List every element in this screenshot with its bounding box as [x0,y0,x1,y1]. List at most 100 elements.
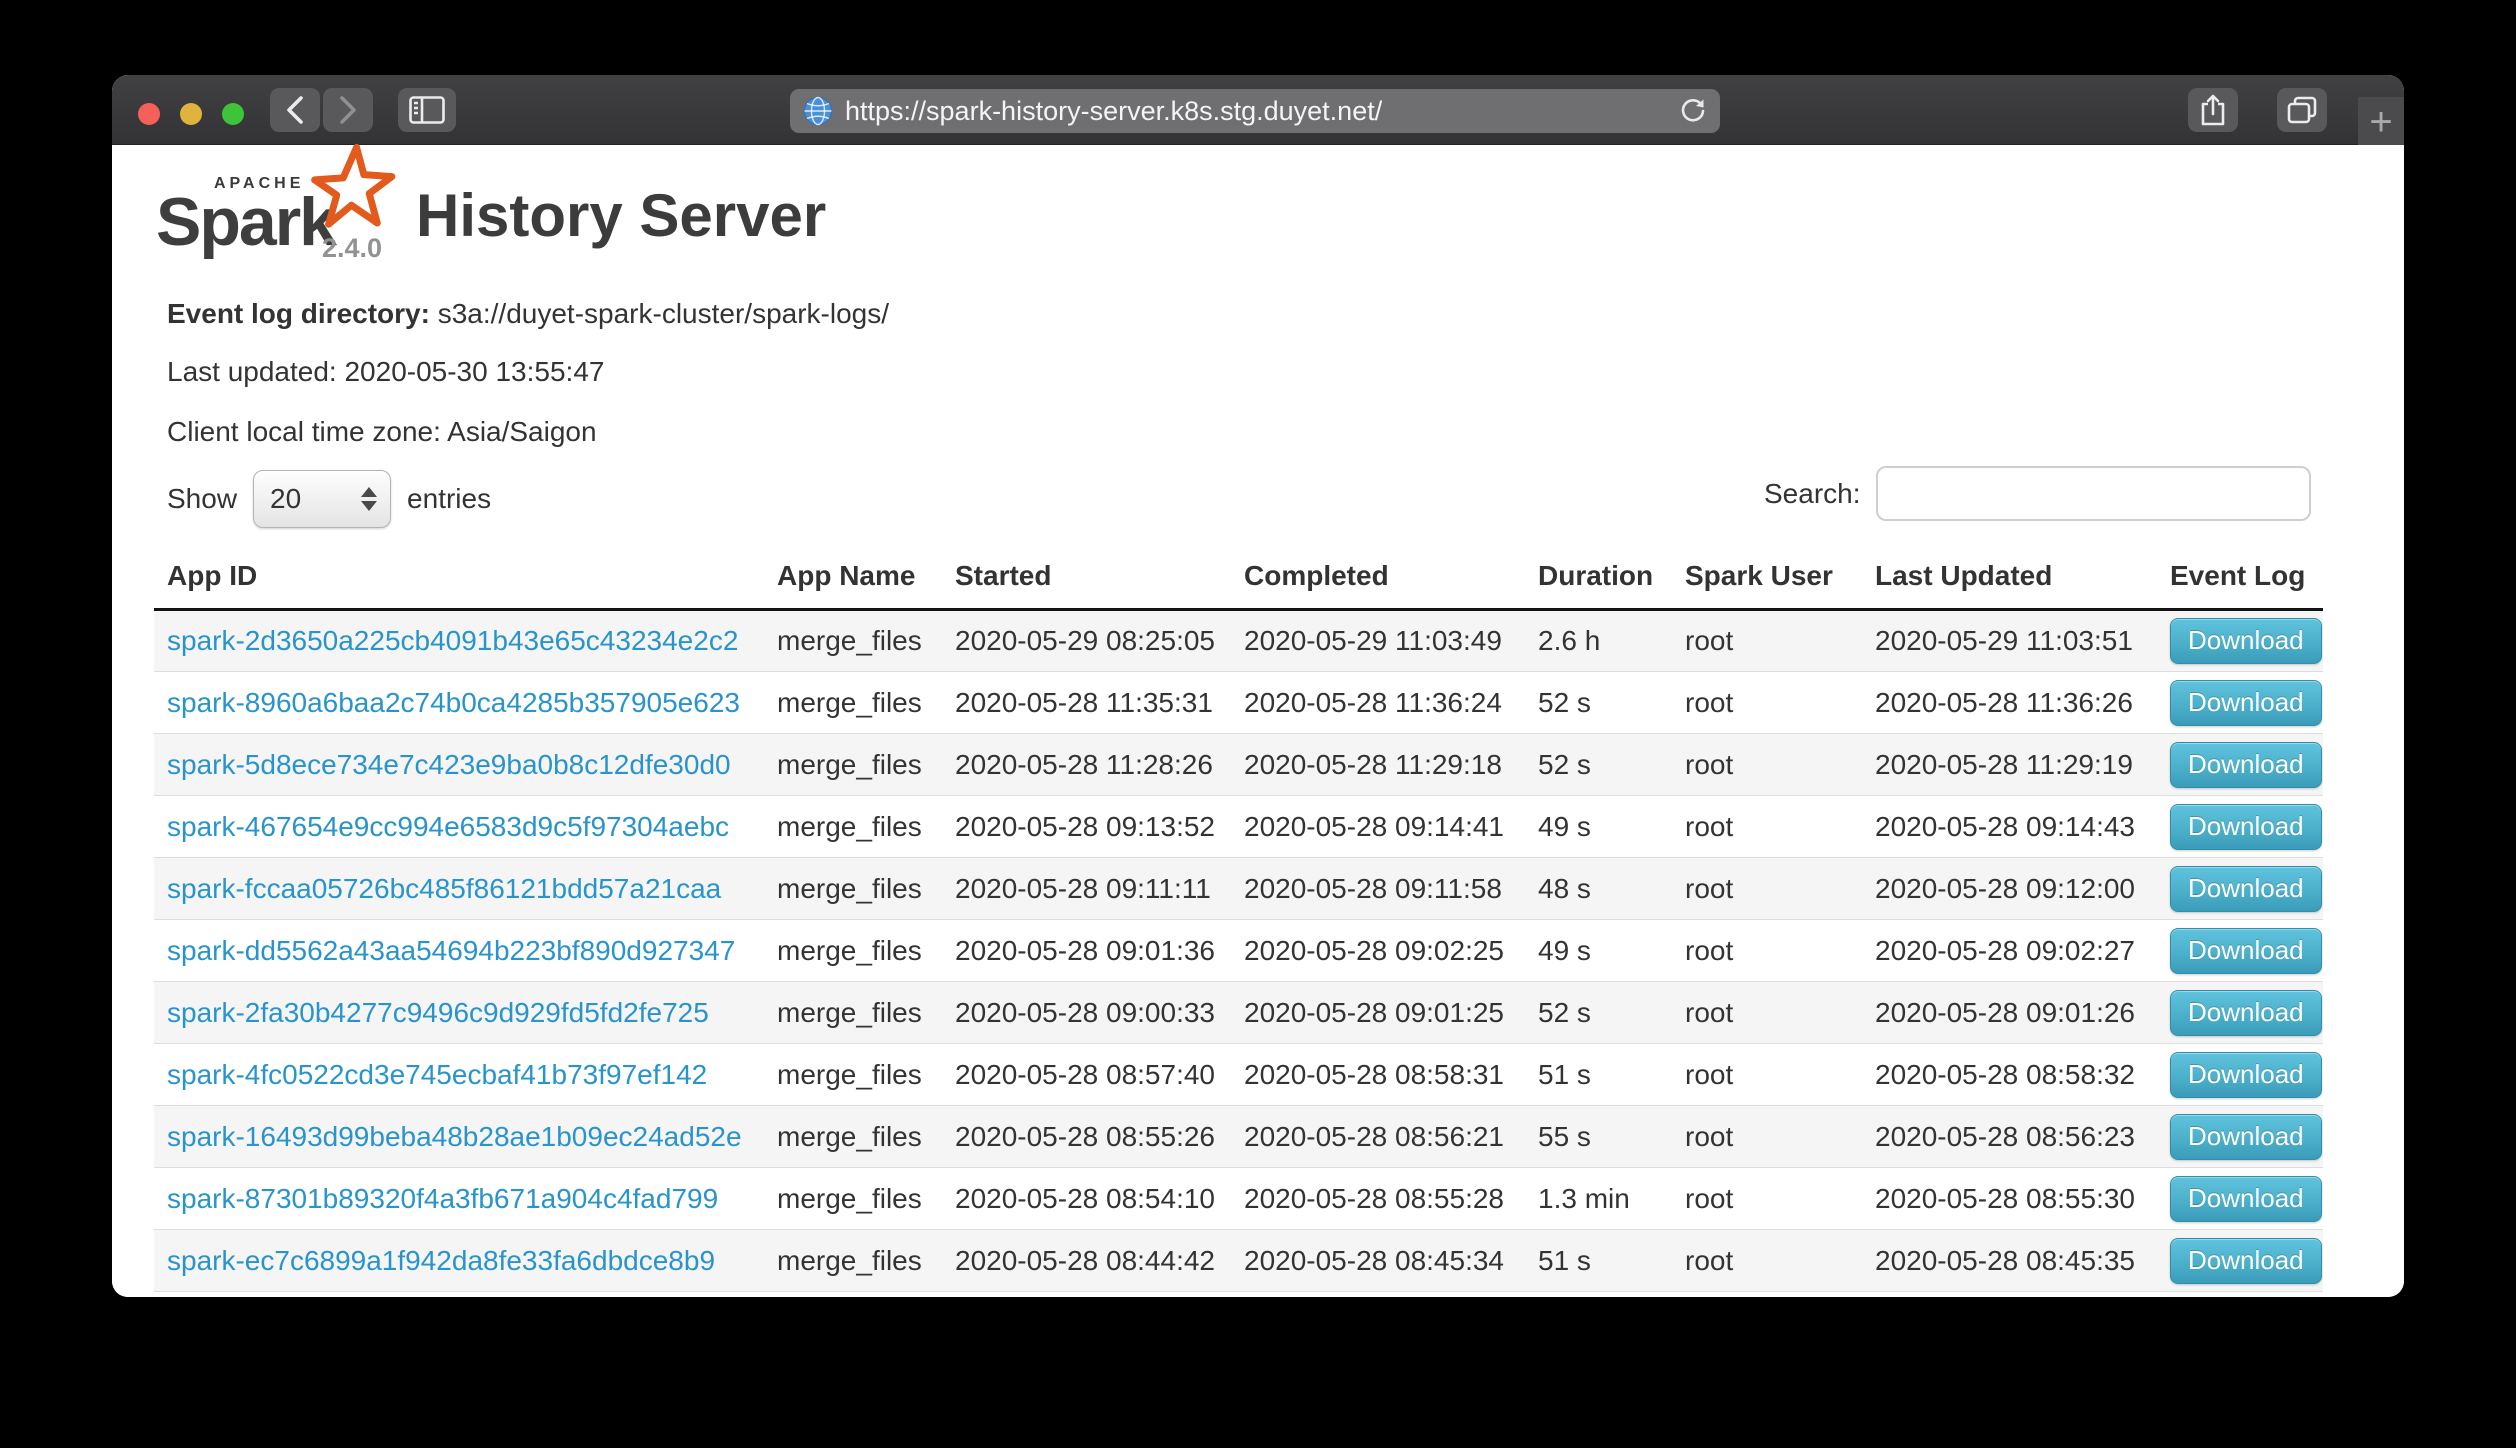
event-log-directory-value: s3a://duyet-spark-cluster/spark-logs/ [438,298,889,329]
close-window-button[interactable] [138,103,160,125]
download-button[interactable]: Download [2170,1114,2322,1160]
event-log-cell: Download [2157,1044,2323,1106]
app-id-link[interactable]: spark-87301b89320f4a3fb671a904c4fad799 [167,1183,718,1214]
download-button[interactable]: Download [2170,1052,2322,1098]
column-header-app-name[interactable]: App Name [764,550,942,610]
new-tab-button[interactable]: + [2358,97,2404,146]
spark-star-icon [306,141,396,233]
app-id-link[interactable]: spark-467654e9cc994e6583d9c5f97304aebc [167,811,729,842]
url-text: https://spark-history-server.k8s.stg.duy… [845,96,1382,127]
app-id-cell: spark-ec7c6899a1f942da8fe33fa6dbdce8b9 [154,1230,764,1292]
started-cell: 2020-05-29 08:25:05 [942,610,1231,672]
last-updated-cell: 2020-05-29 11:03:51 [1862,610,2157,672]
share-button[interactable] [2188,88,2238,132]
column-header-app-id[interactable]: App ID [154,550,764,610]
column-header-duration[interactable]: Duration [1525,550,1672,610]
app-name-cell: merge_files [764,1106,942,1168]
app-id-cell: spark-16493d99beba48b28ae1b09ec24ad52e [154,1106,764,1168]
page-size-select[interactable]: 20 [253,470,391,528]
tab-overview-button[interactable] [2277,88,2327,132]
table-row: spark-8960a6baa2c74b0ca4285b357905e623 m… [154,672,2323,734]
started-cell: 2020-05-28 11:28:26 [942,734,1231,796]
duration-cell: 55 s [1525,1106,1672,1168]
app-id-link[interactable]: spark-2fa30b4277c9496c9d929fd5fd2fe725 [167,997,709,1028]
select-arrows-icon [361,487,377,511]
column-header-started[interactable]: Started [942,550,1231,610]
spark-user-cell: root [1672,796,1862,858]
download-button[interactable]: Download [2170,804,2322,850]
app-id-cell: spark-467654e9cc994e6583d9c5f97304aebc [154,796,764,858]
app-id-link[interactable]: spark-5d8ece734e7c423e9ba0b8c12dfe30d0 [167,749,731,780]
completed-cell: 2020-05-28 08:56:21 [1231,1106,1525,1168]
last-updated-cell: 2020-05-28 08:45:35 [1862,1230,2157,1292]
download-button[interactable]: Download [2170,680,2322,726]
last-updated-line: Last updated: 2020-05-30 13:55:47 [167,356,604,388]
page-title: History Server [416,181,826,250]
sidebar-toggle-button[interactable] [398,88,456,132]
spark-user-cell: root [1672,1044,1862,1106]
browser-window: https://spark-history-server.k8s.stg.duy… [112,75,2404,1297]
spark-user-cell: root [1672,734,1862,796]
completed-cell: 2020-05-28 08:45:34 [1231,1230,1525,1292]
app-id-link[interactable]: spark-16493d99beba48b28ae1b09ec24ad52e [167,1121,742,1152]
app-id-cell: spark-2fa30b4277c9496c9d929fd5fd2fe725 [154,982,764,1044]
download-button[interactable]: Download [2170,618,2322,664]
event-log-cell: Download [2157,672,2323,734]
started-cell: 2020-05-28 09:13:52 [942,796,1231,858]
app-id-link[interactable]: spark-2d3650a225cb4091b43e65c43234e2c2 [167,625,738,656]
download-button[interactable]: Download [2170,1238,2322,1284]
download-button[interactable]: Download [2170,928,2322,974]
zoom-window-button[interactable] [222,103,244,125]
back-button[interactable] [270,88,320,132]
forward-button[interactable] [323,88,373,132]
last-updated-cell: 2020-05-28 09:01:26 [1862,982,2157,1044]
event-log-directory-label: Event log directory: [167,298,430,329]
table-row: spark-5d8ece734e7c423e9ba0b8c12dfe30d0 m… [154,734,2323,796]
column-header-event-log[interactable]: Event Log [2157,550,2323,610]
app-id-link[interactable]: spark-ec7c6899a1f942da8fe33fa6dbdce8b9 [167,1245,715,1276]
app-id-link[interactable]: spark-dd5562a43aa54694b223bf890d927347 [167,935,735,966]
app-name-cell: merge_files [764,1044,942,1106]
app-id-link[interactable]: spark-4fc0522cd3e745ecbaf41b73f97ef142 [167,1059,707,1090]
app-id-link[interactable]: spark-fccaa05726bc485f86121bdd57a21caa [167,873,721,904]
download-button[interactable]: Download [2170,742,2322,788]
column-header-completed[interactable]: Completed [1231,550,1525,610]
started-cell: 2020-05-28 08:44:42 [942,1230,1231,1292]
table-row: spark-dd5562a43aa54694b223bf890d927347 m… [154,920,2323,982]
completed-cell: 2020-05-28 11:29:18 [1231,734,1525,796]
table-header-row: App ID App Name Started Completed Durati… [154,550,2323,610]
table-row: spark-2d3650a225cb4091b43e65c43234e2c2 m… [154,610,2323,672]
page-content: APACHE Spark 2.4.0 History Server Event … [112,145,2404,1297]
started-cell: 2020-05-28 08:54:10 [942,1168,1231,1230]
spark-user-cell: root [1672,672,1862,734]
app-name-cell: merge_files [764,982,942,1044]
reload-icon [1678,96,1708,126]
column-header-last-updated[interactable]: Last Updated [1862,550,2157,610]
minimize-window-button[interactable] [180,103,202,125]
spark-user-cell: root [1672,858,1862,920]
app-id-link[interactable]: spark-8960a6baa2c74b0ca4285b357905e623 [167,687,740,718]
show-label: Show [167,483,237,515]
share-icon [2200,94,2226,126]
event-log-cell: Download [2157,982,2323,1044]
spark-user-cell: root [1672,610,1862,672]
address-bar[interactable]: https://spark-history-server.k8s.stg.duy… [790,89,1720,133]
app-id-cell: spark-5d8ece734e7c423e9ba0b8c12dfe30d0 [154,734,764,796]
event-log-cell: Download [2157,796,2323,858]
event-log-cell: Download [2157,1230,2323,1292]
chevron-right-icon [337,95,359,125]
app-name-cell: merge_files [764,672,942,734]
event-log-directory-line: Event log directory: s3a://duyet-spark-c… [167,298,889,330]
duration-cell: 52 s [1525,672,1672,734]
spark-user-cell: root [1672,1168,1862,1230]
traffic-lights [138,103,244,125]
table-row: spark-87301b89320f4a3fb671a904c4fad799 m… [154,1168,2323,1230]
reload-button[interactable] [1678,96,1708,133]
download-button[interactable]: Download [2170,990,2322,1036]
search-input[interactable] [1876,466,2311,521]
download-button[interactable]: Download [2170,1176,2322,1222]
column-header-spark-user[interactable]: Spark User [1672,550,1862,610]
last-updated-cell: 2020-05-28 08:55:30 [1862,1168,2157,1230]
download-button[interactable]: Download [2170,866,2322,912]
event-log-cell: Download [2157,734,2323,796]
